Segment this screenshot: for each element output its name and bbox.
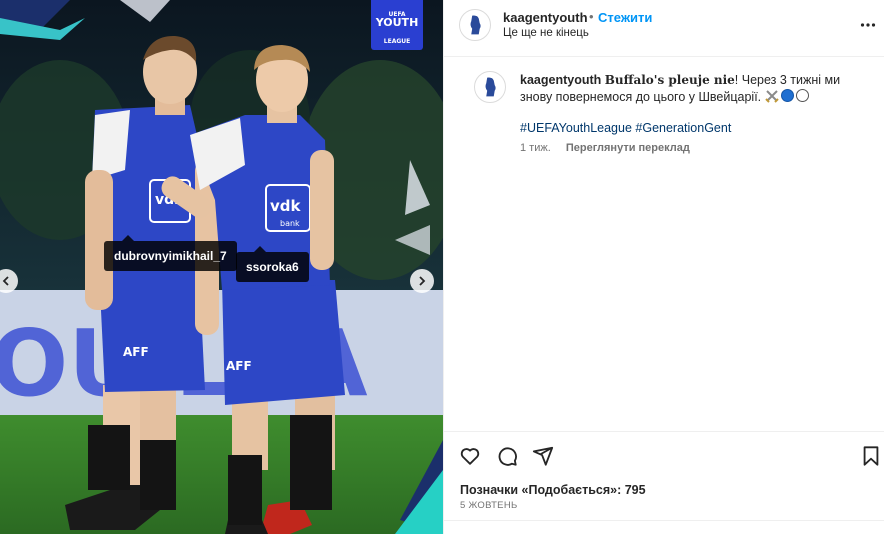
post-actions: Позначки «Подобається»: 795 5 ЖОВТЕНЬ xyxy=(444,431,884,521)
divider xyxy=(444,520,884,521)
post-date[interactable]: 5 ЖОВТЕНЬ xyxy=(460,500,518,511)
post-caption: kaagentyouth Buffalo's pleuje nie! Через… xyxy=(520,72,850,106)
jersey-sponsor-2: vdk xyxy=(270,197,302,215)
post-photo[interactable]: OU LEA AFF vdk xyxy=(0,0,443,534)
likes-count[interactable]: Позначки «Подобається»: 795 xyxy=(460,483,646,497)
time-ago[interactable]: 1 тиж. xyxy=(520,142,551,154)
user-tag[interactable]: ssoroka6 xyxy=(236,246,309,282)
shorts-logo: AFF xyxy=(123,345,149,359)
follow-button[interactable]: Стежити xyxy=(598,10,652,25)
avatar[interactable] xyxy=(459,9,491,41)
user-tag[interactable]: dubrovnyimikhail_7 xyxy=(104,235,237,271)
see-translation-link[interactable]: Переглянути переклад xyxy=(566,142,690,154)
next-image-button[interactable] xyxy=(410,269,434,293)
post-subtitle[interactable]: Це ще не кінець xyxy=(503,27,589,39)
caption-username[interactable]: kaagentyouth xyxy=(520,73,601,87)
separator-dot: • xyxy=(589,9,594,24)
white-circle-icon xyxy=(795,89,809,102)
gent-club-logo-icon xyxy=(460,10,490,40)
chevron-right-icon xyxy=(419,276,426,286)
jersey-sponsor-sub: bank xyxy=(280,219,300,228)
blue-circle-icon xyxy=(780,89,794,102)
caption-emoji xyxy=(764,89,809,103)
hashtags: #UEFAYouthLeague #GenerationGent xyxy=(520,121,731,135)
instagram-post-view: OU LEA AFF vdk xyxy=(0,0,884,534)
caption-meta: 1 тиж. Переглянути переклад xyxy=(520,142,690,154)
comment-icon[interactable] xyxy=(496,445,518,467)
post-side-panel: kaagentyouth • Стежити Це ще не кінець k… xyxy=(443,0,884,534)
post-header: kaagentyouth • Стежити Це ще не кінець xyxy=(444,0,884,57)
post-author-username[interactable]: kaagentyouth xyxy=(503,10,588,25)
hashtag-link[interactable]: #GenerationGent xyxy=(635,121,731,135)
gent-club-logo-icon xyxy=(475,72,505,102)
more-horizontal-icon[interactable] xyxy=(860,17,876,33)
share-icon[interactable] xyxy=(532,445,554,467)
bookmark-icon[interactable] xyxy=(860,445,882,467)
shorts-logo-2: AFF xyxy=(226,359,252,373)
hashtag-link[interactable]: #UEFAYouthLeague xyxy=(520,121,632,135)
caption-bold-text: Buffalo's pleuje nie xyxy=(604,73,735,87)
heart-icon[interactable] xyxy=(459,445,481,467)
caption-avatar[interactable] xyxy=(474,71,506,103)
badge-line2: YOUTH xyxy=(375,16,419,29)
uefa-youth-league-logo: UEFA YOUTH LEAGUE xyxy=(371,0,423,50)
crossed-swords-icon xyxy=(764,90,779,103)
chevron-left-icon xyxy=(2,276,9,286)
badge-line3: LEAGUE xyxy=(383,38,411,45)
